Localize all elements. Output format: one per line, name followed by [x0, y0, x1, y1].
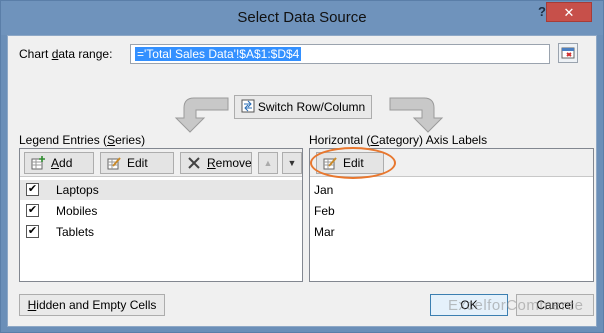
chart-data-range-input[interactable]: ='Total Sales Data'!$A$1:$D$4: [130, 44, 550, 64]
select-data-source-dialog: Select Data Source ? ✕ Chart data range:…: [0, 0, 604, 333]
dialog-title: Select Data Source: [237, 9, 367, 26]
edit-series-button[interactable]: Edit: [100, 152, 174, 174]
chart-data-range-value: ='Total Sales Data'!$A$1:$D$4: [135, 47, 302, 61]
right-curved-arrow-icon: [389, 97, 444, 133]
legend-entries-heading: Legend Entries (Series): [19, 133, 146, 147]
hidden-empty-cells-button[interactable]: Hidden and Empty Cells: [19, 294, 165, 316]
series-label: Mobiles: [56, 204, 98, 218]
legend-entries-panel: Add Edit Remove ▲ ▼ ✔ Laptops ✔ Mobiles …: [19, 148, 303, 282]
switch-row-column-button[interactable]: WSwitch Row/Column: [234, 95, 372, 119]
axis-label-item[interactable]: Jan: [310, 180, 593, 200]
watermark: ExcelforCommerce: [448, 297, 584, 314]
series-checkbox[interactable]: ✔: [26, 183, 39, 196]
series-checkbox[interactable]: ✔: [26, 225, 39, 238]
axis-label-item[interactable]: Feb: [310, 201, 593, 221]
axis-label-item[interactable]: Mar: [310, 222, 593, 242]
series-item-mobiles[interactable]: ✔ Mobiles: [20, 201, 302, 221]
collapse-range-button[interactable]: [558, 43, 578, 63]
range-select-icon: [561, 47, 575, 59]
left-curved-arrow-icon: [174, 97, 229, 133]
edit-highlight-annotation: [310, 147, 396, 179]
close-button[interactable]: ✕: [546, 2, 592, 22]
axis-labels-heading: Horizontal (Category) Axis Labels: [309, 133, 488, 147]
remove-icon: [188, 157, 200, 169]
dialog-body: Chart data range: ='Total Sales Data'!$A…: [7, 35, 597, 327]
series-item-laptops[interactable]: ✔ Laptops: [20, 180, 302, 200]
series-label: Tablets: [56, 225, 95, 239]
switch-icon: [241, 99, 255, 113]
move-up-button[interactable]: ▲: [258, 152, 278, 174]
move-down-button[interactable]: ▼: [282, 152, 302, 174]
title-bar[interactable]: Select Data Source ? ✕: [1, 1, 603, 35]
legend-toolbar: Add Edit Remove ▲ ▼: [20, 149, 302, 177]
series-label: Laptops: [56, 183, 99, 197]
chart-data-range-label: Chart data range:: [19, 47, 113, 61]
add-series-button[interactable]: Add: [24, 152, 94, 174]
edit-icon: [107, 157, 121, 170]
series-checkbox[interactable]: ✔: [26, 204, 39, 217]
remove-series-button[interactable]: Remove: [180, 152, 252, 174]
series-item-tablets[interactable]: ✔ Tablets: [20, 222, 302, 242]
add-icon: [31, 156, 45, 170]
